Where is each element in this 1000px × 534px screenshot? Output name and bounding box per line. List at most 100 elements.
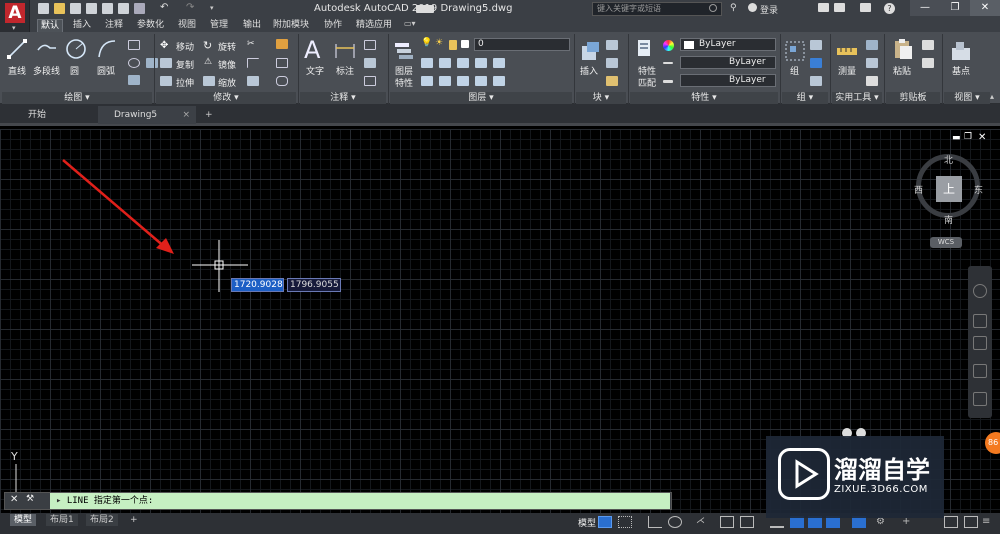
mirror-icon[interactable]: ⚠ bbox=[204, 57, 212, 67]
calculator-icon[interactable] bbox=[866, 76, 878, 86]
measure-label[interactable]: 测量 bbox=[838, 64, 856, 77]
save-as-icon[interactable] bbox=[86, 3, 97, 14]
open-file-icon[interactable] bbox=[54, 3, 65, 14]
layer-tool-icon[interactable] bbox=[457, 58, 469, 68]
copy-clip-icon[interactable] bbox=[922, 40, 934, 50]
layer-tool-icon[interactable] bbox=[475, 76, 487, 86]
group-label[interactable]: 组 bbox=[790, 64, 799, 77]
move-icon[interactable]: ✥ bbox=[160, 40, 168, 51]
customize-status-icon[interactable]: ≡ bbox=[982, 516, 996, 528]
paste-label[interactable]: 粘贴 bbox=[893, 64, 911, 77]
new-tab-button[interactable]: + bbox=[202, 106, 216, 124]
object-snap-tracking-icon[interactable] bbox=[720, 516, 734, 528]
viewcube-top-face[interactable]: 上 bbox=[936, 176, 962, 202]
base-view-icon[interactable] bbox=[950, 40, 972, 62]
isolate-objects-icon[interactable] bbox=[944, 516, 958, 528]
color-dropdown[interactable]: ByLayer bbox=[680, 38, 776, 51]
undo-icon[interactable]: ↶ bbox=[160, 3, 171, 14]
maximize-button[interactable]: ❐ bbox=[940, 0, 970, 16]
share-icon[interactable] bbox=[416, 5, 434, 13]
draw-panel-title[interactable]: 绘图 ▾ bbox=[2, 92, 152, 104]
tab-insert[interactable]: 插入 bbox=[70, 19, 94, 32]
layer-properties-label-2[interactable]: 特性 bbox=[395, 76, 413, 89]
bulb-icon[interactable]: 💡 bbox=[421, 38, 432, 48]
quick-select-icon[interactable] bbox=[866, 40, 878, 50]
close-button[interactable]: ✕ bbox=[970, 0, 1000, 16]
layout-tab-model[interactable]: 模型 bbox=[10, 514, 37, 526]
cut-clip-icon[interactable] bbox=[922, 58, 934, 68]
stretch-icon[interactable] bbox=[160, 76, 172, 86]
ortho-icon[interactable] bbox=[648, 516, 662, 528]
arc-label[interactable]: 圆弧 bbox=[97, 64, 115, 77]
scale-label[interactable]: 缩放 bbox=[218, 76, 236, 89]
text-label[interactable]: 文字 bbox=[306, 64, 324, 77]
steering-wheel-icon[interactable] bbox=[973, 284, 987, 298]
compass-east[interactable]: 东 bbox=[974, 183, 983, 196]
measure-icon[interactable] bbox=[836, 40, 858, 62]
linetype-dropdown[interactable]: ByLayer bbox=[680, 56, 776, 69]
plot-icon[interactable] bbox=[134, 3, 145, 14]
create-block-icon[interactable] bbox=[606, 40, 618, 50]
web-mobile-icon[interactable] bbox=[102, 3, 113, 14]
dimension-icon[interactable] bbox=[334, 40, 356, 62]
layer-tool-icon[interactable] bbox=[439, 58, 451, 68]
block-attribute-icon[interactable] bbox=[606, 76, 618, 86]
save-icon[interactable] bbox=[70, 3, 81, 14]
group-select-icon[interactable] bbox=[810, 76, 822, 86]
base-label[interactable]: 基点 bbox=[952, 64, 970, 77]
login-button[interactable]: 登录 bbox=[760, 3, 778, 16]
offset-icon[interactable] bbox=[276, 76, 288, 86]
dimension-label[interactable]: 标注 bbox=[336, 64, 354, 77]
layout-tab-layout1[interactable]: 布局1 bbox=[46, 514, 78, 526]
explode-icon[interactable] bbox=[276, 58, 288, 68]
modify-panel-title[interactable]: 修改 ▾ bbox=[156, 92, 296, 104]
tab-addins[interactable]: 附加模块 bbox=[270, 19, 312, 32]
layer-tool-icon[interactable] bbox=[421, 76, 433, 86]
circle-icon[interactable] bbox=[65, 38, 87, 60]
zoom-extents-icon[interactable] bbox=[973, 336, 987, 350]
line-icon[interactable] bbox=[6, 38, 28, 60]
hatch-icon[interactable] bbox=[128, 75, 140, 85]
qat-customize-icon[interactable]: ▾ bbox=[210, 3, 221, 14]
tab-featured-apps[interactable]: 精选应用 bbox=[353, 19, 395, 32]
tab-manage[interactable]: 管理 bbox=[207, 19, 231, 32]
binoculars-icon[interactable]: ⚲ bbox=[730, 3, 741, 14]
model-space-button[interactable]: 模型 bbox=[578, 516, 596, 529]
trim-icon[interactable]: ✂ bbox=[247, 39, 255, 49]
search-input[interactable]: 键入关键字或短语 bbox=[592, 2, 722, 16]
rectangle-icon[interactable] bbox=[128, 40, 140, 50]
wcs-menu[interactable]: WCS bbox=[930, 237, 962, 248]
layer-tool-icon[interactable] bbox=[421, 58, 433, 68]
group-edit-icon[interactable] bbox=[810, 58, 822, 68]
account-icon[interactable] bbox=[860, 3, 871, 12]
properties-panel-title[interactable]: 特性 ▾ bbox=[630, 92, 778, 104]
tab-annotate[interactable]: 注释 bbox=[102, 19, 126, 32]
insert-block-icon[interactable] bbox=[579, 40, 601, 62]
text-icon[interactable]: A bbox=[304, 36, 320, 64]
table-icon[interactable] bbox=[364, 76, 376, 86]
tab-parametric[interactable]: 参数化 bbox=[134, 19, 167, 32]
notification-badge[interactable]: 86 bbox=[985, 432, 1000, 454]
fullscreen-icon[interactable] bbox=[964, 516, 978, 528]
dynamic-input-x[interactable]: 1720.9028 bbox=[231, 278, 284, 292]
redo-icon[interactable]: ↷ bbox=[186, 3, 197, 14]
paste-icon[interactable] bbox=[892, 38, 914, 60]
color-wheel-icon[interactable] bbox=[663, 40, 674, 51]
minimize-button[interactable]: — bbox=[910, 0, 940, 16]
polyline-icon[interactable] bbox=[36, 38, 58, 60]
isodraft-icon[interactable]: ⋌ bbox=[696, 516, 710, 528]
tab-collaborate[interactable]: 协作 bbox=[321, 19, 345, 32]
grid-toggle-icon[interactable] bbox=[598, 516, 612, 528]
exchange-icon[interactable] bbox=[818, 3, 829, 12]
layer-dropdown[interactable]: 0 bbox=[474, 38, 570, 51]
close-tab-icon[interactable]: × bbox=[182, 106, 190, 124]
leader-icon[interactable] bbox=[364, 58, 376, 68]
print-icon[interactable] bbox=[118, 3, 129, 14]
edit-block-icon[interactable] bbox=[606, 58, 618, 68]
tab-overflow-icon[interactable]: ▭▾ bbox=[404, 19, 428, 31]
viewport-close-icon[interactable]: ✕ bbox=[978, 132, 986, 143]
annotation-panel-title[interactable]: 注释 ▾ bbox=[300, 92, 386, 104]
add-layout-button[interactable]: + bbox=[126, 514, 142, 526]
layers-panel-title[interactable]: 图层 ▾ bbox=[390, 92, 572, 104]
scale-icon[interactable] bbox=[203, 76, 215, 86]
